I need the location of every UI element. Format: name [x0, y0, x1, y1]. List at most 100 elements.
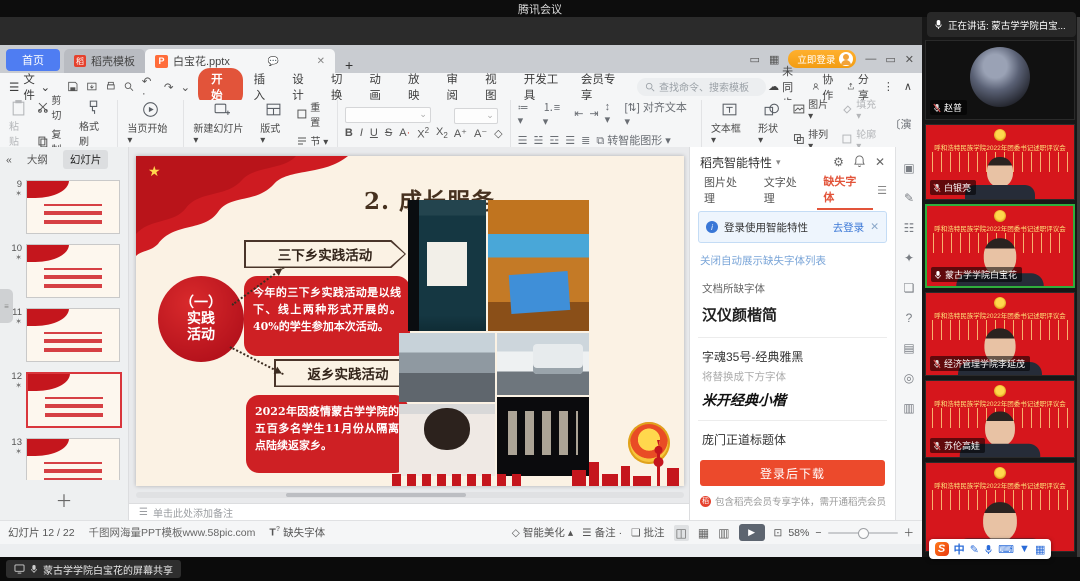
paste-button[interactable]: 粘贴: [7, 99, 31, 148]
underline-button[interactable]: U: [370, 127, 378, 139]
zoom-level[interactable]: 58%: [788, 527, 809, 539]
frame-icon[interactable]: ❏: [904, 281, 915, 295]
shapes-button[interactable]: 形状 ▾: [756, 101, 787, 146]
numbering-icon[interactable]: ⒈≡ ▾: [543, 99, 568, 128]
reset-button[interactable]: 重置: [296, 99, 330, 129]
collapse-ribbon-icon[interactable]: ∧: [904, 80, 912, 93]
add-slide-button[interactable]: ＋: [0, 487, 128, 512]
italic-button[interactable]: I: [360, 127, 363, 139]
tab-slides[interactable]: 幻灯片: [63, 150, 109, 169]
image-tool-icon[interactable]: ▤: [903, 341, 914, 355]
selection-pane-icon[interactable]: ▣: [903, 161, 914, 175]
close-pane-icon[interactable]: ✕: [875, 155, 885, 169]
tab-outline[interactable]: 大纲: [20, 150, 55, 169]
participant-tile-baiyinliang[interactable]: 呼和浩特民族学院2022年团委书记述职评议会 白银亮: [925, 124, 1075, 200]
participant-tile-sulungaowa[interactable]: 呼和浩特民族学院2022年团委书记述职评议会 苏伦高娃: [925, 380, 1075, 458]
ime-toolbox-icon[interactable]: ▦: [1035, 543, 1045, 556]
ime-language-icon[interactable]: 中: [954, 541, 965, 557]
section-button[interactable]: 节 ▾: [296, 133, 330, 148]
align-center-icon[interactable]: ☱: [533, 134, 543, 147]
more-menu-icon[interactable]: ⋮: [883, 80, 894, 93]
ime-skin-icon[interactable]: ▼: [1019, 543, 1030, 555]
sogou-logo-icon[interactable]: S: [935, 542, 949, 556]
missing-font-item[interactable]: 庞门正道标题体: [702, 431, 883, 448]
tab-text-processing[interactable]: 文字处理: [758, 171, 814, 209]
screen-share-pill[interactable]: 蒙古学学院白宝花的屏幕共享: [6, 560, 181, 578]
participant-tile-zhaopu[interactable]: 赵普: [925, 40, 1075, 120]
slide-canvas[interactable]: ★ 2. 成长服务 三下乡实践活动 今年的三下乡实践活动是以线下、线上两种形式开…: [129, 147, 689, 520]
notes-toggle[interactable]: ☰ 备注 ·: [582, 525, 622, 540]
font-name-select[interactable]: ⌄: [345, 107, 431, 123]
preview-icon[interactable]: [123, 80, 135, 93]
close-tab-icon[interactable]: ✕: [317, 56, 325, 67]
outdent-icon[interactable]: ⇤: [574, 107, 583, 120]
banner-sanxiaxiang[interactable]: 三下乡实践活动: [244, 240, 406, 268]
participant-tile-liyanmao[interactable]: 呼和浩特民族学院2022年团委书记述职评议会 经济管理学院李延茂: [925, 292, 1075, 376]
layout-switch-icon[interactable]: ▭: [750, 53, 760, 66]
resource-icon[interactable]: ◎: [904, 371, 914, 385]
fill-button[interactable]: 填充 ▾: [841, 96, 883, 122]
align-text-button[interactable]: [⇅] 对齐文本 ▾: [624, 99, 693, 128]
slide-thumbnail-12-selected[interactable]: 12✶: [6, 372, 124, 428]
align-left-icon[interactable]: ☰: [518, 134, 528, 147]
chat-bubble-icon[interactable]: 💬: [268, 56, 279, 67]
slide-thumbnail-13[interactable]: 13✶: [6, 438, 124, 480]
new-slide-button[interactable]: 新建幻灯片 ▾: [191, 101, 252, 146]
indent-icon[interactable]: ⇥: [589, 107, 598, 120]
slide-thumbnail-11[interactable]: 11✶: [6, 308, 124, 362]
strikethrough-button[interactable]: S: [385, 127, 392, 139]
gear-icon[interactable]: ⚙: [833, 155, 844, 169]
textbox-fanxiang[interactable]: 2022年因疫情蒙古学学院的五百多名学生11月份从隔离点陆续返家乡。: [246, 395, 408, 473]
bell-icon[interactable]: [854, 155, 865, 167]
collapse-panel-icon[interactable]: «: [6, 154, 12, 166]
book-icon[interactable]: ▥: [903, 401, 914, 415]
font-color-button[interactable]: A·: [399, 127, 410, 139]
missing-font-item[interactable]: 汉仪颜楷简: [702, 304, 883, 325]
go-login-link[interactable]: 去登录: [833, 220, 865, 235]
horizontal-scrollbar[interactable]: [136, 492, 684, 498]
decrease-font-icon[interactable]: A⁻: [474, 127, 487, 140]
reading-view-icon[interactable]: ▥: [718, 526, 729, 540]
download-after-login-button[interactable]: 登录后下载: [700, 460, 885, 486]
justify-icon[interactable]: ☰: [565, 134, 575, 147]
dismiss-banner-icon[interactable]: ✕: [870, 221, 879, 233]
stamp-icon[interactable]: ✎: [904, 191, 914, 205]
bold-button[interactable]: B: [345, 127, 353, 139]
ime-keyboard-icon[interactable]: ⌨: [998, 543, 1014, 556]
ime-pen-icon[interactable]: ✎: [970, 543, 979, 556]
slide-12[interactable]: ★ 2. 成长服务 三下乡实践活动 今年的三下乡实践活动是以线下、线上两种形式开…: [136, 156, 684, 486]
pane-tabs-more-icon[interactable]: ☰: [877, 184, 887, 197]
zoom-out-button[interactable]: −: [815, 527, 821, 539]
increase-font-icon[interactable]: A⁺: [454, 127, 467, 140]
undo-icon[interactable]: ↶ ·: [142, 74, 157, 100]
redo-icon[interactable]: ↷: [164, 80, 174, 94]
smart-graphic-button[interactable]: ⧉ 转智能图形 ▾: [596, 132, 671, 148]
print-icon[interactable]: [105, 80, 117, 93]
slideshow-play-button[interactable]: ▶: [739, 524, 765, 541]
sorter-view-icon[interactable]: ▦: [698, 526, 709, 540]
normal-view-icon[interactable]: ◫: [674, 525, 689, 541]
picture-button[interactable]: 图片 ▾: [793, 96, 835, 122]
slide-thumbnail-10[interactable]: 10✶: [6, 244, 124, 298]
qat-more-icon[interactable]: ⌄: [180, 80, 190, 94]
tab-missing-fonts[interactable]: 缺失字体: [817, 170, 873, 210]
tab-docer-templates[interactable]: 稻 稻壳模板: [64, 49, 145, 73]
replacement-font[interactable]: 米开经典小楷: [702, 390, 883, 410]
textbox-button[interactable]: 文本框 ▾: [709, 101, 750, 146]
superscript-button[interactable]: X2: [417, 126, 429, 141]
participant-tile-baibaohua-speaking[interactable]: 呼和浩特民族学院2022年团委书记述职评议会 蒙古学学院白宝花: [925, 204, 1075, 288]
output-icon[interactable]: [86, 80, 98, 93]
panel-collapse-handle[interactable]: ≡: [0, 289, 13, 323]
tab-image-processing[interactable]: 图片处理: [698, 171, 754, 209]
cut-button[interactable]: 剪切: [37, 92, 71, 122]
fit-slide-icon[interactable]: ⊡: [774, 527, 783, 539]
command-search[interactable]: 查找命令、搜索模板: [637, 78, 766, 96]
comments-toggle[interactable]: ❏ 批注: [631, 525, 664, 540]
pane-title-caret[interactable]: ▾: [776, 157, 781, 168]
slide-thumbnail-9[interactable]: 9✶: [6, 180, 124, 234]
format-painter-button[interactable]: 格式刷: [77, 99, 110, 148]
missing-font-status[interactable]: T? 缺失字体: [269, 525, 325, 540]
adjust-icon[interactable]: ☷: [904, 221, 915, 235]
scrollbar-thumb[interactable]: [286, 493, 466, 497]
ime-toolbar[interactable]: S 中 ✎ ⌨ ▼ ▦: [929, 539, 1051, 559]
